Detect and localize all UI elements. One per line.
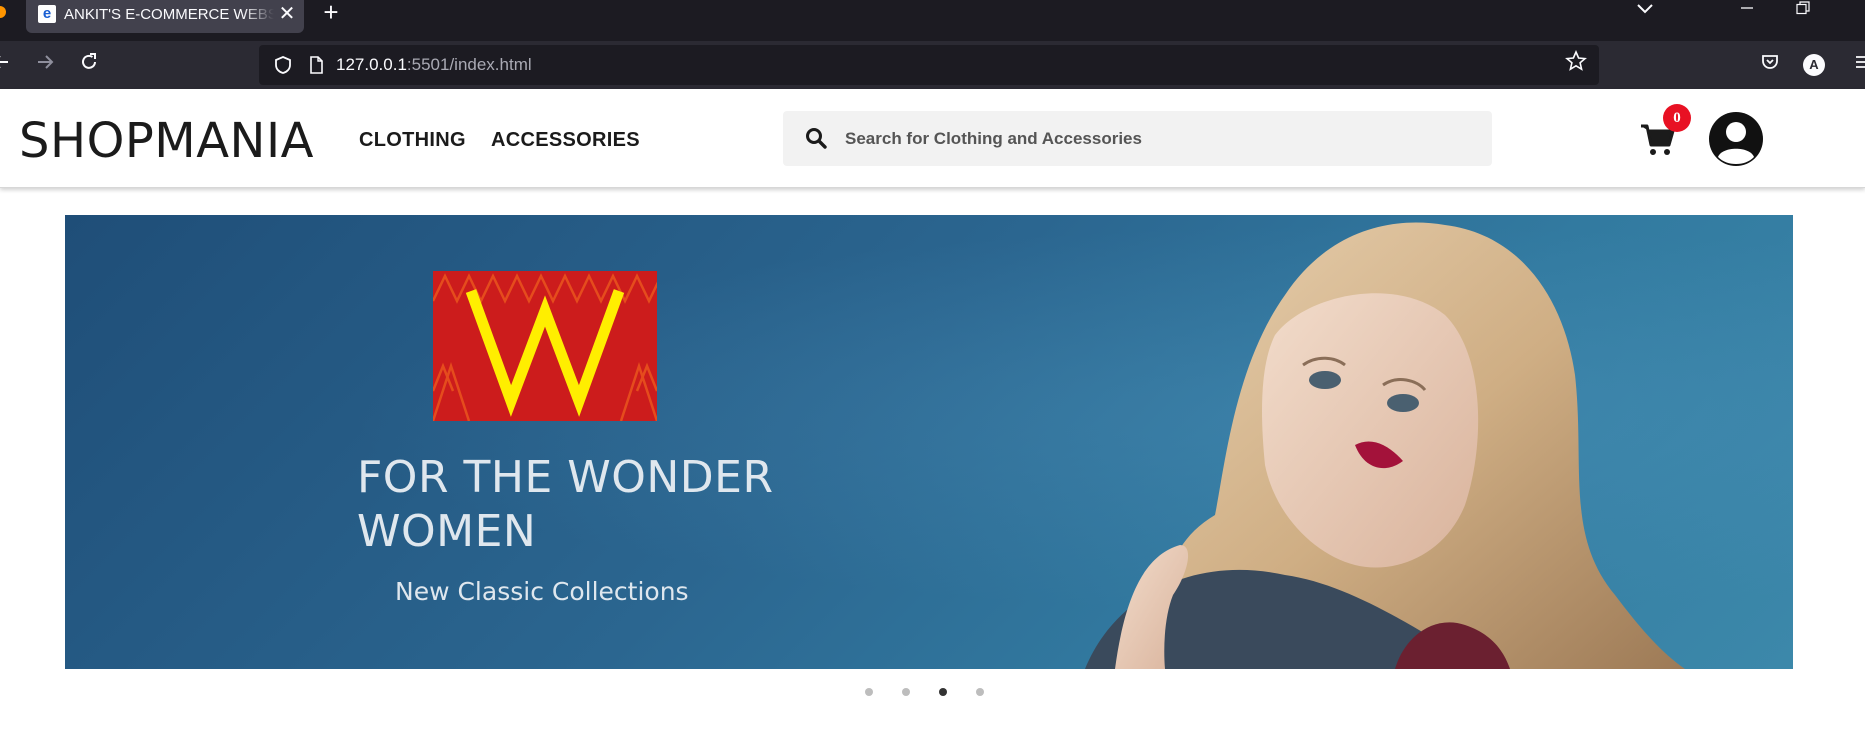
carousel-indicators xyxy=(865,686,995,698)
banner-subheading: New Classic Collections xyxy=(395,577,689,606)
site-header: SHOPMANIA CLOTHING ACCESSORIES 0 xyxy=(0,89,1865,188)
site-logo[interactable]: SHOPMANIA xyxy=(19,113,314,169)
carousel-dot-1[interactable] xyxy=(865,688,873,696)
menu-icon[interactable] xyxy=(1848,50,1865,80)
nav-link-accessories[interactable]: ACCESSORIES xyxy=(491,129,640,152)
tab-list-chevron-icon[interactable] xyxy=(1630,0,1660,24)
carousel-dot-2[interactable] xyxy=(902,688,910,696)
minimize-icon[interactable] xyxy=(1727,0,1767,24)
model-photo xyxy=(925,215,1793,669)
new-tab-button[interactable]: + xyxy=(316,0,346,25)
url-host: 127.0.0.1 xyxy=(336,55,407,74)
carousel-dot-4[interactable] xyxy=(976,688,984,696)
tab-title: ANKIT'S E-COMMERCE WEBSITE xyxy=(64,6,274,23)
banner-heading: FOR THE WONDER WOMEN xyxy=(357,452,774,557)
carousel-dot-3[interactable] xyxy=(939,688,947,696)
shield-icon[interactable] xyxy=(273,55,293,75)
tab-close-icon[interactable]: ✕ xyxy=(276,3,298,25)
url-path: :5501/index.html xyxy=(406,55,532,74)
search-input[interactable] xyxy=(845,111,1465,166)
page-icon xyxy=(306,55,326,75)
nav-link-clothing[interactable]: CLOTHING xyxy=(359,129,466,152)
browser-tab-bar: e ANKIT'S E-COMMERCE WEBSITE ✕ + xyxy=(0,0,1865,41)
restore-icon[interactable] xyxy=(1783,0,1823,24)
firefox-icon xyxy=(0,6,6,18)
reload-icon[interactable] xyxy=(74,50,104,80)
search-icon[interactable] xyxy=(805,127,827,149)
banner-slide[interactable]: FOR THE WONDER WOMEN New Classic Collect… xyxy=(65,215,1793,669)
cart-count-badge: 0 xyxy=(1663,104,1691,132)
user-avatar-icon[interactable] xyxy=(1708,111,1764,167)
w-brand-logo xyxy=(431,271,663,422)
search-bar xyxy=(783,111,1492,166)
url-text[interactable]: 127.0.0.1:5501/index.html xyxy=(336,55,532,75)
url-bar[interactable]: 127.0.0.1:5501/index.html xyxy=(259,45,1599,85)
tab-favicon-icon: e xyxy=(38,5,56,23)
back-icon[interactable] xyxy=(0,50,16,80)
forward-icon[interactable] xyxy=(30,50,60,80)
pocket-icon[interactable] xyxy=(1755,50,1785,80)
account-icon[interactable]: A xyxy=(1803,54,1825,76)
browser-nav-bar: 127.0.0.1:5501/index.html A xyxy=(0,41,1865,89)
star-icon[interactable] xyxy=(1561,49,1591,80)
browser-tab-active[interactable]: e ANKIT'S E-COMMERCE WEBSITE ✕ xyxy=(26,0,304,33)
